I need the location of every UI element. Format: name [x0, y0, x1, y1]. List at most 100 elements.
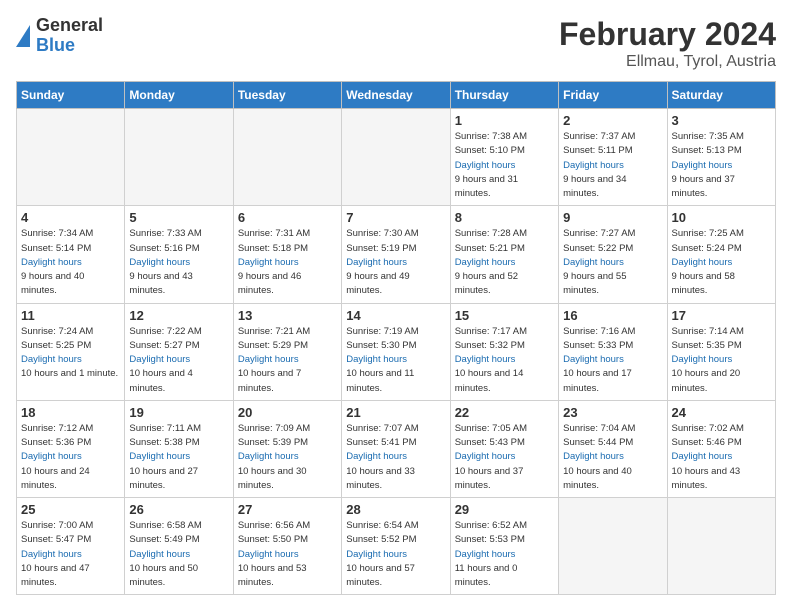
daylight-label: Daylight hours	[672, 257, 733, 268]
logo-text: General Blue	[36, 16, 103, 56]
day-cell: 23 Sunrise: 7:04 AMSunset: 5:44 PMDayligh…	[559, 400, 667, 497]
daylight-label: Daylight hours	[672, 160, 733, 171]
week-row-2: 4Sunrise: 7:34 AMSunset: 5:14 PMDaylight…	[17, 206, 776, 303]
day-number: 19	[129, 405, 228, 420]
day-cell	[17, 109, 125, 206]
logo-icon	[16, 25, 30, 47]
title-block: February 2024 Ellmau, Tyrol, Austria	[559, 16, 776, 71]
day-info: Sunrise: 7:09 AMSunset: 5:39 PMDaylight …	[238, 422, 337, 493]
day-number: 23	[563, 405, 662, 420]
day-cell	[667, 498, 775, 595]
header-friday: Friday	[559, 82, 667, 109]
day-number: 28	[346, 502, 445, 517]
day-info: Sunrise: 6:58 AMSunset: 5:49 PMDaylight …	[129, 519, 228, 590]
day-cell: 19Sunrise: 7:11 AMSunset: 5:38 PMDayligh…	[125, 400, 233, 497]
day-cell: 3 Sunrise: 7:35 AMSunset: 5:13 PMDaylight…	[667, 109, 775, 206]
daylight-label: Daylight hours	[455, 354, 516, 365]
day-info: Sunrise: 7:27 AMSunset: 5:22 PMDaylight …	[563, 227, 662, 298]
day-cell: 6 Sunrise: 7:31 AMSunset: 5:18 PMDaylight…	[233, 206, 341, 303]
daylight-label: Daylight hours	[346, 451, 407, 462]
daylight-label: Daylight hours	[238, 451, 299, 462]
week-row-5: 25Sunrise: 7:00 AMSunset: 5:47 PMDayligh…	[17, 498, 776, 595]
day-info: Sunrise: 6:56 AMSunset: 5:50 PMDaylight …	[238, 519, 337, 590]
day-info: Sunrise: 7:04 AMSunset: 5:44 PMDaylight …	[563, 422, 662, 493]
header-wednesday: Wednesday	[342, 82, 450, 109]
day-number: 13	[238, 308, 337, 323]
daylight-label: Daylight hours	[563, 257, 624, 268]
month-title: February 2024	[559, 16, 776, 53]
day-cell: 24Sunrise: 7:02 AMSunset: 5:46 PMDayligh…	[667, 400, 775, 497]
daylight-label: Daylight hours	[21, 257, 82, 268]
header-thursday: Thursday	[450, 82, 558, 109]
day-info: Sunrise: 7:25 AMSunset: 5:24 PMDaylight …	[672, 227, 771, 298]
day-info: Sunrise: 7:31 AMSunset: 5:18 PMDaylight …	[238, 227, 337, 298]
day-cell	[559, 498, 667, 595]
day-cell: 15 Sunrise: 7:17 AMSunset: 5:32 PMDayligh…	[450, 303, 558, 400]
day-info: Sunrise: 7:35 AMSunset: 5:13 PMDaylight …	[672, 130, 771, 201]
day-info: Sunrise: 7:30 AMSunset: 5:19 PMDaylight …	[346, 227, 445, 298]
day-cell: 22Sunrise: 7:05 AMSunset: 5:43 PMDayligh…	[450, 400, 558, 497]
logo-general: General	[36, 16, 103, 36]
day-info: Sunrise: 6:52 AMSunset: 5:53 PMDaylight …	[455, 519, 554, 590]
day-cell: 2 Sunrise: 7:37 AMSunset: 5:11 PMDaylight…	[559, 109, 667, 206]
daylight-label: Daylight hours	[129, 354, 190, 365]
daylight-label: Daylight hours	[21, 354, 82, 365]
day-info: Sunrise: 7:14 AMSunset: 5:35 PMDaylight …	[672, 325, 771, 396]
daylight-label: Daylight hours	[563, 160, 624, 171]
calendar-table: SundayMondayTuesdayWednesdayThursdayFrid…	[16, 81, 776, 595]
day-number: 2	[563, 113, 662, 128]
day-cell: 12Sunrise: 7:22 AMSunset: 5:27 PMDayligh…	[125, 303, 233, 400]
header-saturday: Saturday	[667, 82, 775, 109]
day-info: Sunrise: 7:21 AMSunset: 5:29 PMDaylight …	[238, 325, 337, 396]
header-monday: Monday	[125, 82, 233, 109]
day-number: 1	[455, 113, 554, 128]
day-cell: 28 Sunrise: 6:54 AMSunset: 5:52 PMDayligh…	[342, 498, 450, 595]
day-number: 9	[563, 210, 662, 225]
day-cell: 10 Sunrise: 7:25 AMSunset: 5:24 PMDayligh…	[667, 206, 775, 303]
daylight-label: Daylight hours	[129, 549, 190, 560]
daylight-label: Daylight hours	[238, 257, 299, 268]
day-number: 24	[672, 405, 771, 420]
day-cell: 21Sunrise: 7:07 AMSunset: 5:41 PMDayligh…	[342, 400, 450, 497]
daylight-label: Daylight hours	[563, 451, 624, 462]
day-cell: 13 Sunrise: 7:21 AMSunset: 5:29 PMDayligh…	[233, 303, 341, 400]
page-header: General Blue February 2024 Ellmau, Tyrol…	[16, 16, 776, 71]
daylight-label: Daylight hours	[346, 257, 407, 268]
location-title: Ellmau, Tyrol, Austria	[559, 53, 776, 71]
day-info: Sunrise: 7:22 AMSunset: 5:27 PMDaylight …	[129, 325, 228, 396]
day-number: 10	[672, 210, 771, 225]
day-number: 16	[563, 308, 662, 323]
day-cell	[233, 109, 341, 206]
day-number: 17	[672, 308, 771, 323]
day-info: Sunrise: 7:17 AMSunset: 5:32 PMDaylight …	[455, 325, 554, 396]
day-cell: 26 Sunrise: 6:58 AMSunset: 5:49 PMDayligh…	[125, 498, 233, 595]
daylight-label: Daylight hours	[238, 354, 299, 365]
day-number: 29	[455, 502, 554, 517]
daylight-label: Daylight hours	[672, 451, 733, 462]
day-number: 7	[346, 210, 445, 225]
daylight-label: Daylight hours	[672, 354, 733, 365]
daylight-label: Daylight hours	[346, 354, 407, 365]
daylight-label: Daylight hours	[455, 549, 516, 560]
daylight-label: Daylight hours	[21, 549, 82, 560]
day-number: 26	[129, 502, 228, 517]
day-info: Sunrise: 7:38 AMSunset: 5:10 PMDaylight …	[455, 130, 554, 201]
day-info: Sunrise: 6:54 AMSunset: 5:52 PMDaylight …	[346, 519, 445, 590]
daylight-label: Daylight hours	[346, 549, 407, 560]
daylight-label: Daylight hours	[455, 451, 516, 462]
day-cell	[125, 109, 233, 206]
day-info: Sunrise: 7:37 AMSunset: 5:11 PMDaylight …	[563, 130, 662, 201]
day-number: 3	[672, 113, 771, 128]
day-number: 25	[21, 502, 120, 517]
week-row-1: 1 Sunrise: 7:38 AMSunset: 5:10 PMDaylight…	[17, 109, 776, 206]
day-number: 15	[455, 308, 554, 323]
day-info: Sunrise: 7:28 AMSunset: 5:21 PMDaylight …	[455, 227, 554, 298]
day-cell: 29 Sunrise: 6:52 AMSunset: 5:53 PMDayligh…	[450, 498, 558, 595]
day-number: 8	[455, 210, 554, 225]
day-info: Sunrise: 7:12 AMSunset: 5:36 PMDaylight …	[21, 422, 120, 493]
day-cell: 9 Sunrise: 7:27 AMSunset: 5:22 PMDaylight…	[559, 206, 667, 303]
day-number: 6	[238, 210, 337, 225]
day-number: 4	[21, 210, 120, 225]
logo: General Blue	[16, 16, 103, 56]
day-number: 11	[21, 308, 120, 323]
